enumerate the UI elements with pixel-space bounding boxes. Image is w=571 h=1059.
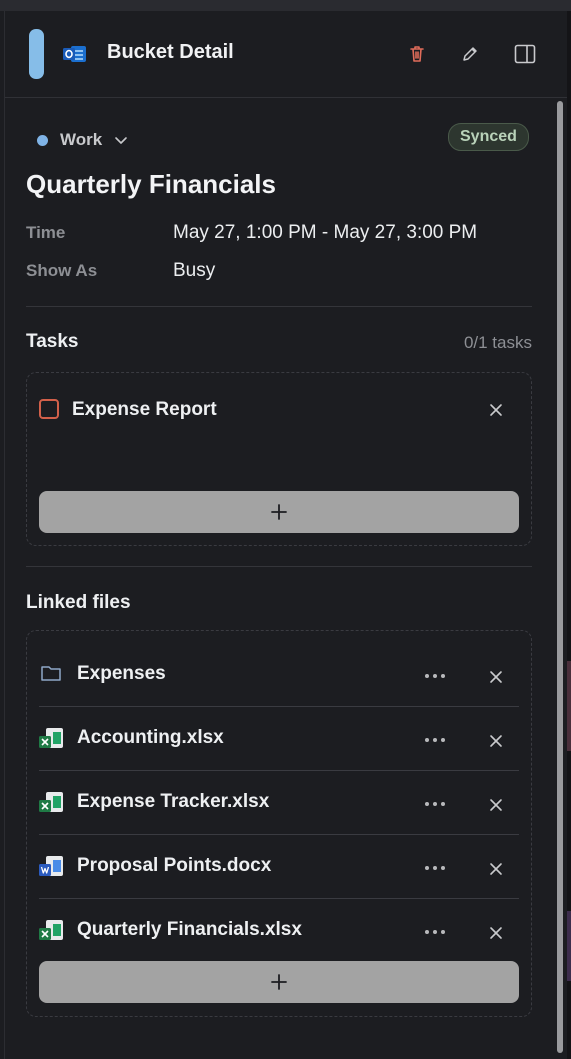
remove-file-button[interactable]	[485, 858, 507, 880]
time-label: Time	[26, 223, 66, 242]
close-icon	[490, 927, 502, 939]
bucket-detail-panel: Bucket Detail Work Synced Quarterly Fina…	[4, 11, 569, 1059]
side-panel-icon	[514, 44, 536, 64]
file-row[interactable]: Proposal Points.docx	[39, 834, 519, 899]
close-icon	[490, 799, 502, 811]
excel-file-icon	[39, 918, 65, 942]
event-title: Quarterly Financials	[26, 169, 276, 199]
file-row[interactable]: Expenses	[39, 642, 519, 707]
remove-file-button[interactable]	[485, 794, 507, 816]
file-row[interactable]: Accounting.xlsx	[39, 706, 519, 771]
remove-task-button[interactable]	[485, 399, 507, 421]
file-row[interactable]: Expense Tracker.xlsx	[39, 770, 519, 835]
add-file-button[interactable]	[39, 961, 519, 1003]
status-badge: Synced	[448, 123, 529, 151]
more-options-icon[interactable]	[425, 802, 445, 808]
toggle-side-panel-button[interactable]	[513, 42, 537, 66]
time-value: May 27, 1:00 PM - May 27, 3:00 PM	[173, 222, 478, 243]
edit-button[interactable]	[458, 42, 482, 66]
excel-file-icon	[39, 790, 65, 814]
more-options-icon[interactable]	[425, 930, 445, 936]
file-name: Expenses	[77, 663, 166, 684]
word-file-icon	[39, 854, 65, 878]
scrollbar[interactable]	[557, 101, 563, 1053]
linked-files-heading: Linked files	[26, 592, 131, 613]
task-label: Expense Report	[72, 399, 217, 420]
task-checkbox[interactable]	[39, 399, 59, 419]
panel-header: Bucket Detail	[5, 11, 568, 98]
calendar-color-dot	[37, 134, 48, 146]
tasks-box: Expense Report	[26, 372, 532, 546]
trash-icon	[410, 46, 424, 62]
tasks-count: 0/1 tasks	[463, 333, 532, 352]
close-icon	[490, 404, 502, 416]
show-as-label: Show As	[26, 261, 98, 280]
divider	[26, 306, 532, 307]
linked-files-box: Expenses Accounting.xlsx Expense Tracker…	[26, 630, 532, 1017]
add-task-button[interactable]	[39, 491, 519, 533]
remove-file-button[interactable]	[485, 922, 507, 944]
tasks-heading: Tasks	[26, 331, 79, 352]
more-options-icon[interactable]	[425, 674, 445, 680]
more-options-icon[interactable]	[425, 738, 445, 744]
divider	[26, 566, 532, 567]
plus-icon	[271, 974, 287, 990]
close-icon	[490, 863, 502, 875]
close-icon	[490, 735, 502, 747]
chevron-down-icon	[114, 135, 128, 145]
remove-file-button[interactable]	[485, 730, 507, 752]
background-edge	[567, 11, 571, 1059]
plus-icon	[271, 504, 287, 520]
calendar-name: Work	[60, 130, 103, 149]
more-options-icon[interactable]	[425, 866, 445, 872]
outlook-icon	[63, 43, 87, 65]
page-title: Bucket Detail	[107, 41, 234, 63]
delete-button[interactable]	[405, 42, 429, 66]
pencil-icon	[463, 47, 477, 61]
folder-icon	[39, 662, 65, 686]
task-item: Expense Report	[39, 397, 519, 425]
file-row[interactable]: Quarterly Financials.xlsx	[39, 898, 519, 962]
file-name: Quarterly Financials.xlsx	[77, 919, 302, 940]
excel-file-icon	[39, 726, 65, 750]
close-icon	[490, 671, 502, 683]
show-as-value: Busy	[173, 260, 216, 281]
window-top-strip	[0, 0, 571, 11]
calendar-selector[interactable]: Work	[37, 130, 128, 150]
file-name: Accounting.xlsx	[77, 727, 224, 748]
file-name: Proposal Points.docx	[77, 855, 272, 876]
color-accent-bar	[29, 29, 44, 79]
file-name: Expense Tracker.xlsx	[77, 791, 270, 812]
remove-file-button[interactable]	[485, 666, 507, 688]
